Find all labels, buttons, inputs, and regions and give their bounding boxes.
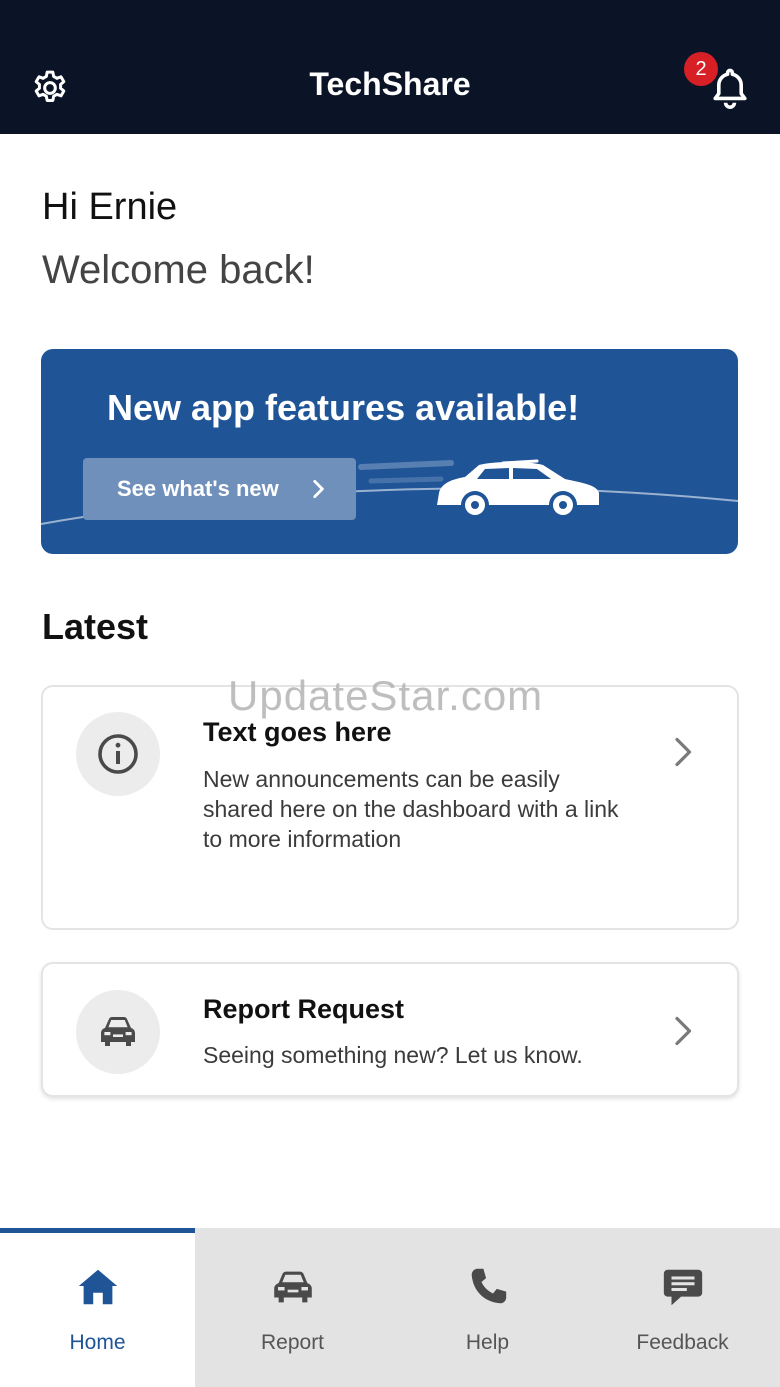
home-icon [78,1269,118,1305]
phone-icon [471,1268,507,1304]
tab-label: Help [465,1331,510,1354]
info-icon [98,734,138,774]
app-title: TechShare [309,66,471,102]
bottom-tab-bar: Home Report Help Feedback [0,1228,780,1387]
icon-circle [76,990,160,1074]
feedback-icon [663,1269,703,1306]
card-description: Seeing something new? Let us know. [203,1042,583,1068]
car-icon [274,1271,312,1303]
tab-home[interactable]: Home [0,1228,195,1387]
tab-report[interactable]: Report [195,1228,390,1387]
car-icon [101,1017,135,1046]
tab-help[interactable]: Help [390,1228,585,1387]
watermark-text: UpdateStar.com [228,672,544,719]
notification-badge: 2 [684,52,718,86]
latest-section-title: Latest [42,606,149,647]
see-whats-new-label: See what's new [117,476,279,501]
app-header: TechShare 2 [0,0,780,134]
card-title: Report Request [203,994,405,1024]
tab-label: Report [260,1331,325,1354]
report-request-card[interactable]: Report Request Seeing something new? Let… [41,962,739,1097]
features-banner[interactable]: New app features available! See what's n… [41,349,738,554]
card-title: Text goes here [203,717,392,747]
announcement-card[interactable]: Text goes here New announcements can be … [41,685,739,930]
road-graphic [41,460,738,525]
welcome-message: Welcome back! [42,248,315,292]
see-whats-new-button[interactable]: See what's new [83,458,356,520]
tab-label: Feedback [636,1331,729,1354]
chevron-right-icon [675,737,692,767]
tab-feedback[interactable]: Feedback [585,1228,780,1387]
banner-title: New app features available! [107,387,580,428]
car-illustration [437,459,599,519]
greeting-name: Hi Ernie [42,186,178,228]
chevron-right-icon [313,480,324,498]
tab-label: Home [69,1331,126,1354]
icon-circle [76,712,160,796]
card-description: New announcements can be easily shared h… [203,766,619,852]
chevron-right-icon [675,1016,692,1046]
